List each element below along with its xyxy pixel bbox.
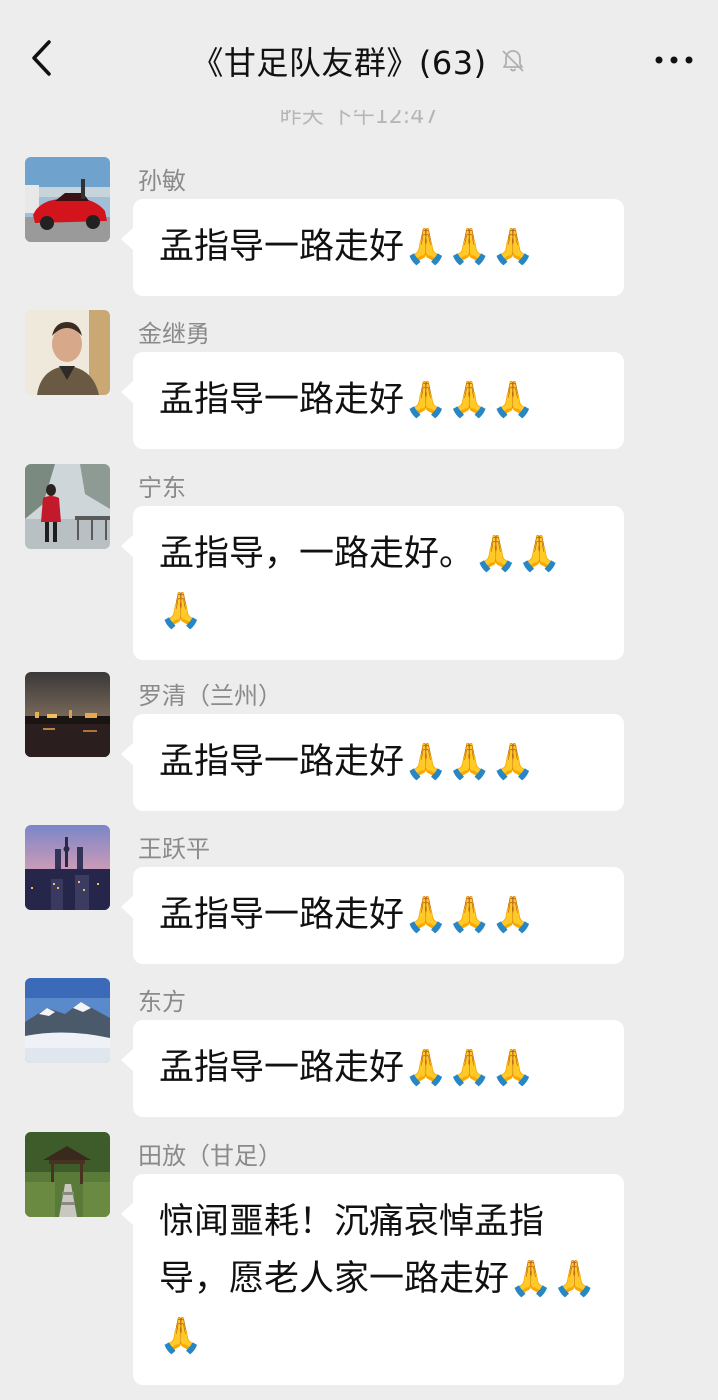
avatar[interactable]: [25, 157, 110, 242]
message-bubble[interactable]: 孟指导，一路走好。🙏🙏🙏: [121, 506, 624, 660]
city-towers-dusk-photo: [25, 825, 110, 910]
sender-name: 东方: [138, 988, 186, 1016]
avatar[interactable]: [25, 1132, 110, 1217]
message-bubble[interactable]: 孟指导一路走好🙏🙏🙏: [121, 352, 624, 449]
avatar[interactable]: [25, 825, 110, 910]
chat-title: 《甘足队友群》(63): [191, 44, 487, 82]
message-bubble[interactable]: 孟指导一路走好🙏🙏🙏: [121, 1020, 624, 1117]
sender-name: 王跃平: [138, 835, 210, 863]
snow-mountain-photo: [25, 978, 110, 1063]
sender-name: 宁东: [138, 474, 186, 502]
chat-header: 《甘足队友群》(63): [0, 0, 718, 110]
bell-muted-icon: [499, 47, 527, 75]
message-bubble[interactable]: 惊闻噩耗！沉痛哀悼孟指导，愿老人家一路走好🙏🙏🙏: [121, 1174, 624, 1385]
garden-pavilion-photo: [25, 1132, 110, 1217]
more-horizontal-icon: [655, 56, 693, 64]
message-bubble[interactable]: 孟指导一路走好🙏🙏🙏: [121, 199, 624, 296]
sender-name: 孙敏: [138, 167, 186, 195]
chat-title-group: 《甘足队友群》(63): [0, 38, 718, 84]
red-sports-car-photo: [25, 157, 110, 242]
avatar[interactable]: [25, 310, 110, 395]
avatar[interactable]: [25, 978, 110, 1063]
sender-name: 罗清（兰州）: [138, 682, 282, 710]
person-in-snow-photo: [25, 464, 110, 549]
message-bubble[interactable]: 孟指导一路走好🙏🙏🙏: [121, 867, 624, 964]
man-portrait-photo: [25, 310, 110, 395]
message-bubble[interactable]: 孟指导一路走好🙏🙏🙏: [121, 714, 624, 811]
avatar[interactable]: [25, 672, 110, 757]
night-city-skyline-photo: [25, 672, 110, 757]
sender-name: 田放（甘足）: [138, 1142, 282, 1170]
avatar[interactable]: [25, 464, 110, 549]
more-button[interactable]: [652, 40, 696, 80]
sender-name: 金继勇: [138, 320, 210, 348]
